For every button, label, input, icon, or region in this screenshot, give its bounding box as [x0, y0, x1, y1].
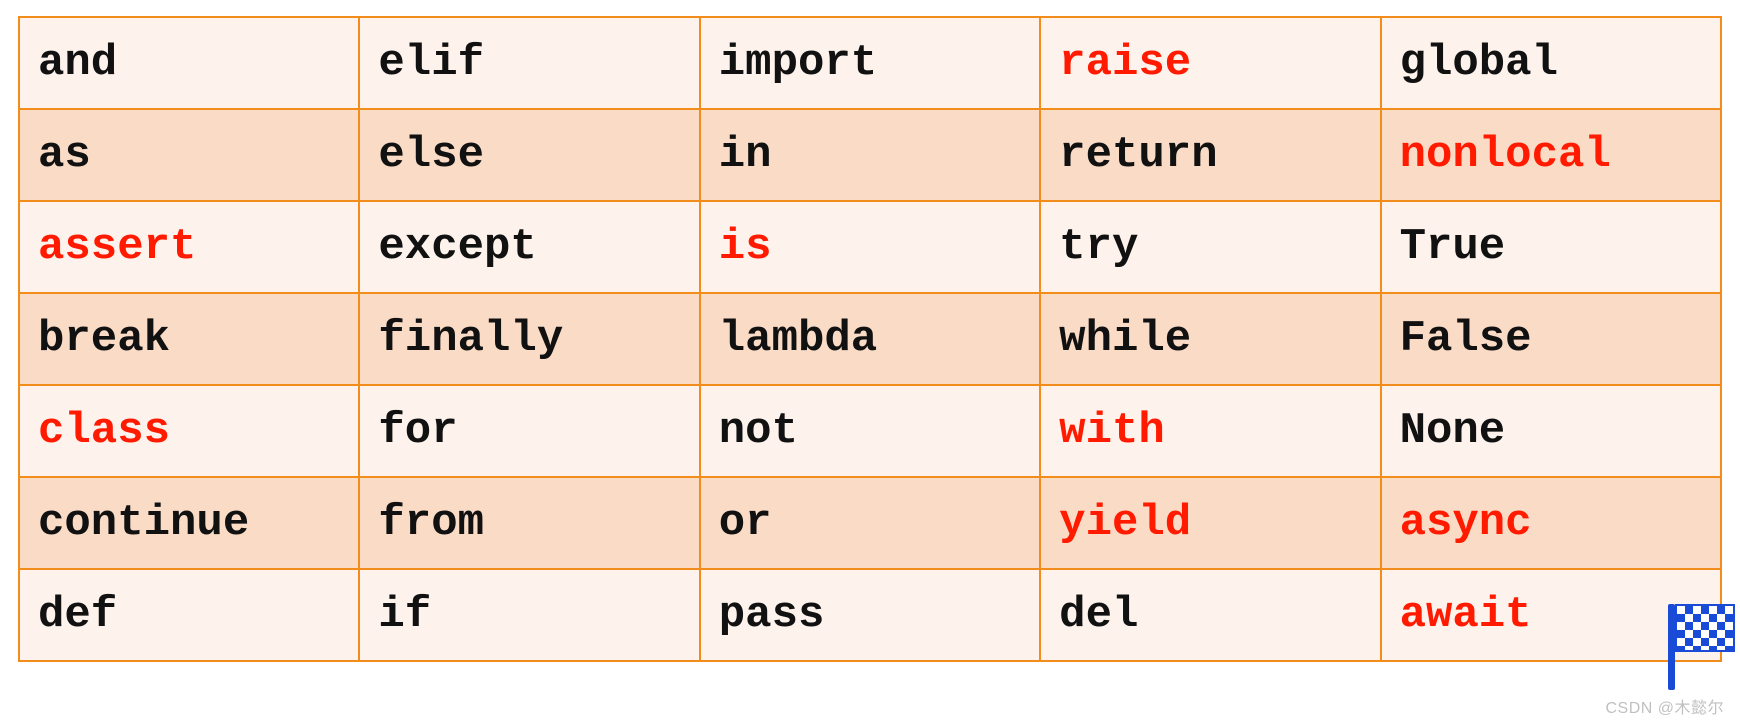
keyword-cell: False: [1381, 293, 1721, 385]
table-row: defifpassdelawait: [19, 569, 1721, 661]
keyword-cell: async: [1381, 477, 1721, 569]
keyword-cell: not: [700, 385, 1040, 477]
keyword-cell: pass: [700, 569, 1040, 661]
keyword-cell: from: [359, 477, 699, 569]
table-row: classfornotwithNone: [19, 385, 1721, 477]
table-row: breakfinallylambdawhileFalse: [19, 293, 1721, 385]
keyword-cell: continue: [19, 477, 359, 569]
keyword-cell: is: [700, 201, 1040, 293]
keyword-cell: True: [1381, 201, 1721, 293]
keyword-cell: and: [19, 17, 359, 109]
keyword-cell: return: [1040, 109, 1380, 201]
keyword-cell: if: [359, 569, 699, 661]
table-row: continuefromoryieldasync: [19, 477, 1721, 569]
keywords-table: andelifimportraiseglobalaselseinreturnno…: [18, 16, 1722, 662]
keyword-cell: class: [19, 385, 359, 477]
finish-flag-icon: [1666, 604, 1738, 690]
keyword-cell: del: [1040, 569, 1380, 661]
keyword-cell: in: [700, 109, 1040, 201]
table-row: assertexceptistryTrue: [19, 201, 1721, 293]
watermark-text: CSDN @木懿尔: [1605, 694, 1724, 718]
keyword-cell: global: [1381, 17, 1721, 109]
keyword-cell: yield: [1040, 477, 1380, 569]
keyword-cell: else: [359, 109, 699, 201]
keywords-table-container: andelifimportraiseglobalaselseinreturnno…: [0, 0, 1740, 662]
keyword-cell: lambda: [700, 293, 1040, 385]
keyword-cell: assert: [19, 201, 359, 293]
table-row: aselseinreturnnonlocal: [19, 109, 1721, 201]
table-row: andelifimportraiseglobal: [19, 17, 1721, 109]
keyword-cell: None: [1381, 385, 1721, 477]
keyword-cell: for: [359, 385, 699, 477]
keyword-cell: nonlocal: [1381, 109, 1721, 201]
keyword-cell: break: [19, 293, 359, 385]
keyword-cell: raise: [1040, 17, 1380, 109]
keyword-cell: elif: [359, 17, 699, 109]
keyword-cell: except: [359, 201, 699, 293]
keyword-cell: with: [1040, 385, 1380, 477]
keyword-cell: def: [19, 569, 359, 661]
keyword-cell: try: [1040, 201, 1380, 293]
keyword-cell: finally: [359, 293, 699, 385]
keyword-cell: or: [700, 477, 1040, 569]
keyword-cell: while: [1040, 293, 1380, 385]
keyword-cell: import: [700, 17, 1040, 109]
keyword-cell: as: [19, 109, 359, 201]
